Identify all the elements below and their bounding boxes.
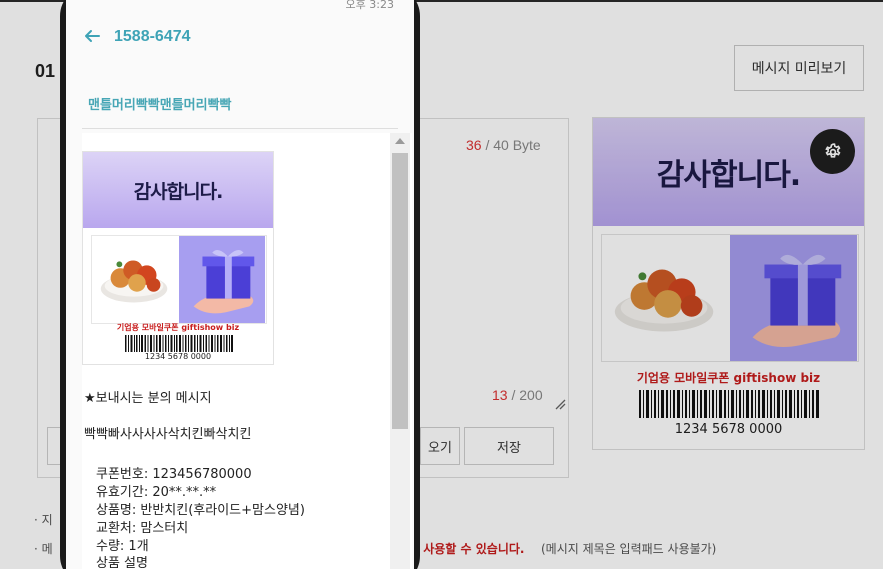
coupon-brand-text: 기업용 모바일쿠폰 giftishow biz	[116, 323, 240, 332]
sender-number: 1588-6474	[114, 28, 191, 45]
coupon-image: 감사합니다. 기업용 모바일쿠폰 giftishow biz 1234 5678…	[82, 151, 274, 365]
section-number: 01	[35, 61, 56, 81]
barcode-number: 1234 5678 0000	[674, 422, 783, 437]
detail-line: 쿠폰번호: 123456780000	[96, 467, 252, 482]
detail-line: 상품 설명	[96, 556, 148, 569]
note-line-2: · 메	[34, 542, 53, 556]
detail-line: 상품명: 반반치킨(후라이드+맘스양념)	[96, 503, 305, 518]
load-button[interactable]: 오기	[420, 427, 460, 465]
status-bar-time: 오후 3:23	[345, 0, 394, 11]
phone-screen: 오후 3:23 1588-6474 맨틀머리빡빡맨틀머리빡빡 감사합니다. 기업…	[66, 0, 414, 569]
barcode-image	[125, 335, 233, 352]
message-body: 빡빡빠사사사사삭치킨빠삭치킨	[84, 427, 252, 442]
detail-line: 유효기간: 20**.**.**	[96, 485, 217, 500]
scroll-up-arrow-icon[interactable]	[395, 138, 405, 144]
detail-line: 교환처: 맘스터치	[96, 521, 189, 536]
byte-current: 36	[466, 137, 482, 153]
coupon-brand-text: 기업용 모바일쿠폰 giftishow biz	[636, 371, 821, 385]
product-image	[91, 235, 267, 324]
char-current: 13	[492, 387, 508, 403]
note-line-2-highlight: 여 사용할 수 있습니다.	[408, 542, 525, 556]
settings-button[interactable]	[810, 129, 855, 174]
note-line-1: · 지	[34, 513, 53, 527]
note-line-2-caption: (메시지 제목은 입력패드 사용불가)	[541, 542, 717, 556]
barcode-number: 1234 5678 0000	[144, 352, 212, 361]
scroll-thumb[interactable]	[392, 153, 408, 429]
back-arrow-icon[interactable]	[82, 26, 102, 46]
message-char-counter: 13 / 200	[492, 387, 543, 403]
product-image	[601, 234, 859, 362]
byte-total: / 40 Byte	[481, 137, 541, 153]
message-scrollbar[interactable]	[390, 133, 410, 569]
char-total: / 200	[507, 387, 543, 403]
message-preview-button[interactable]: 메시지 미리보기	[734, 45, 864, 91]
coupon-header: 감사합니다.	[83, 152, 273, 228]
save-button[interactable]: 저장	[464, 427, 554, 465]
gear-icon	[824, 142, 840, 158]
barcode-image	[639, 390, 819, 418]
sender-name: 맨틀머리빡빡맨틀머리빡빡	[88, 98, 232, 113]
resize-grip-icon[interactable]	[554, 398, 566, 410]
title-byte-counter: 36 / 40 Byte	[466, 137, 541, 153]
header-divider	[82, 128, 398, 129]
message-intro: ★보내시는 분의 메시지	[84, 391, 212, 406]
